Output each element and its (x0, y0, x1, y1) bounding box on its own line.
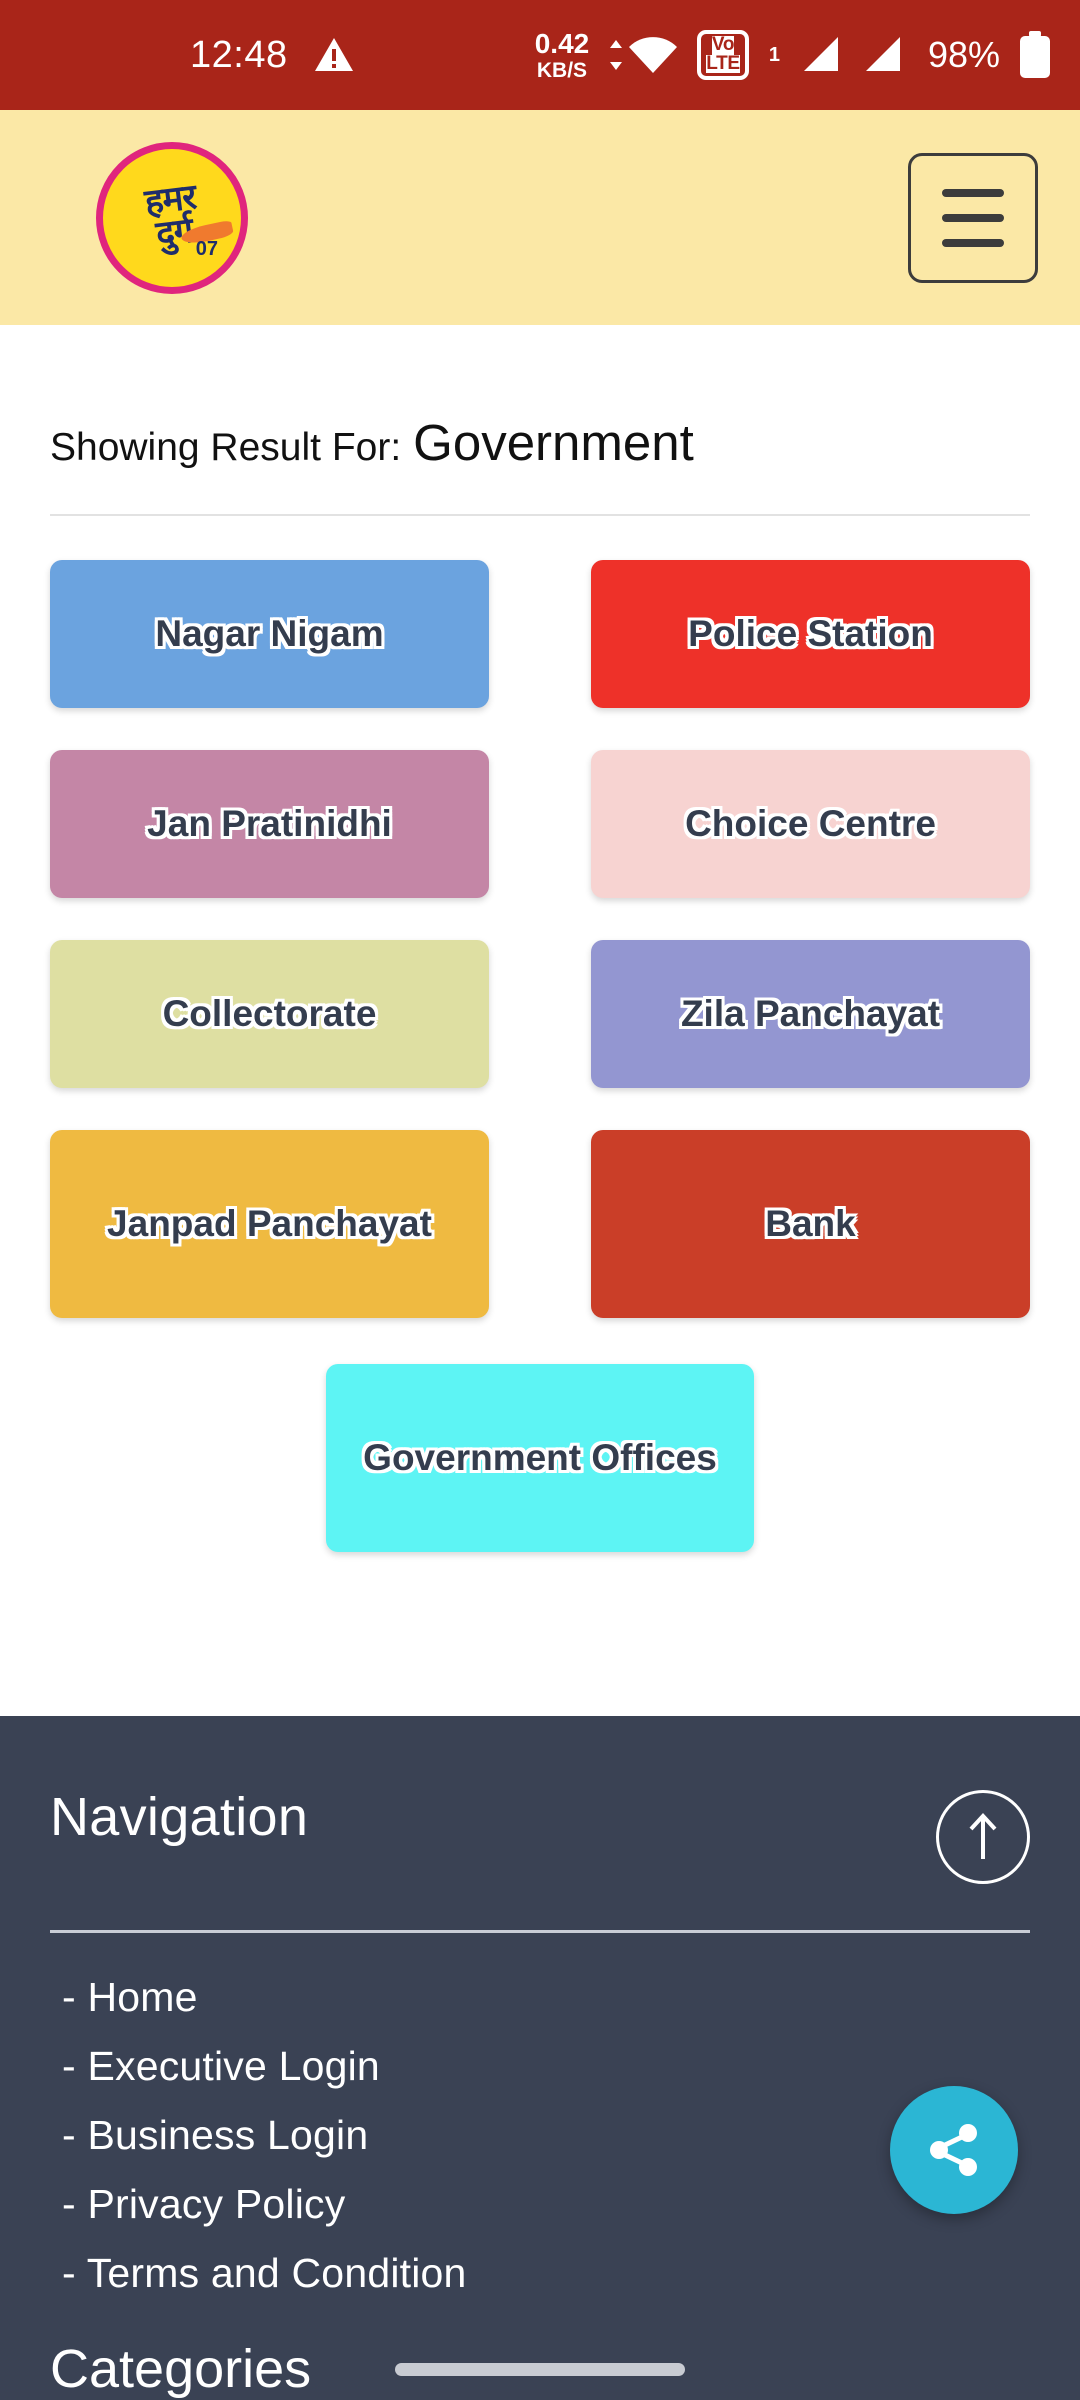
battery-full-icon (1020, 31, 1050, 78)
main-content: Showing Result For: Government Nagar Nig… (0, 325, 1080, 1552)
footer-nav-item[interactable]: - Executive Login (50, 2032, 1030, 2101)
status-bar: 12:48 0.42 KB/S Vo LTE 1 98% (0, 0, 1080, 110)
arrow-up-icon[interactable] (936, 1790, 1030, 1884)
volte-sim-number: 1 (768, 43, 780, 66)
footer-nav-item[interactable]: - Business Login (50, 2101, 1030, 2170)
category-tile-grid: Nagar Nigam Police Station Jan Pratinidhi C… (50, 516, 1030, 1318)
share-icon[interactable] (890, 2086, 1018, 2214)
app-root: 12:48 0.42 KB/S Vo LTE 1 98% हमर दुर्ग 0… (0, 0, 1080, 2400)
category-tile-nagar-nigam[interactable]: Nagar Nigam (50, 560, 489, 708)
category-tile-government-offices[interactable]: Government Offices (326, 1364, 754, 1552)
hamburger-menu-icon[interactable] (908, 152, 1038, 283)
volte-label-top: Vo (711, 34, 735, 56)
status-time: 12:48 (190, 33, 288, 76)
tile-label: Bank (765, 1202, 856, 1244)
tile-label: Nagar Nigam (155, 612, 384, 654)
warning-triangle-icon (314, 37, 354, 73)
tile-label: Janpad Panchayat (107, 1202, 432, 1244)
footer-title: Navigation (50, 1787, 309, 1847)
category-tile-bank[interactable]: Bank (591, 1130, 1030, 1318)
wifi-icon (607, 35, 679, 75)
category-tile-choice-centre[interactable]: Choice Centre (591, 750, 1030, 898)
result-label: Showing Result For: (50, 426, 402, 469)
showing-result-row: Showing Result For: Government (50, 325, 1030, 472)
hamar-durg-logo[interactable]: हमर दुर्ग 07 (96, 141, 248, 294)
status-bar-right: 0.42 KB/S Vo LTE 1 98% (534, 27, 1052, 82)
footer-nav-list: - Home - Executive Login - Business Login -… (50, 1963, 1030, 2308)
signal-bars-icon (865, 37, 900, 71)
volte-label-bottom: LTE (706, 52, 740, 74)
tile-label: Jan Pratinidhi (147, 802, 392, 844)
volte-indicator: Vo LTE (697, 30, 749, 80)
tile-label: Zila Panchayat (680, 992, 941, 1034)
footer-header-row: Navigation (50, 1786, 1030, 1884)
network-speed-indicator: 0.42 KB/S (534, 27, 590, 82)
logo-text: हमर दुर्ग (142, 177, 202, 255)
tile-label: Collectorate (162, 992, 377, 1034)
category-tile-police-station[interactable]: Police Station (591, 560, 1030, 708)
footer: Navigation - Home - Executive Login - Busi… (0, 1716, 1080, 2400)
category-tile-zila-panchayat[interactable]: Zila Panchayat (591, 940, 1030, 1088)
menu-line (942, 238, 1004, 247)
footer-nav-item[interactable]: - Privacy Policy (50, 2170, 1030, 2239)
signal-bars-icon (803, 37, 838, 71)
last-tile-row: Government Offices (50, 1318, 1030, 1552)
logo-badge-number: 07 (195, 237, 218, 260)
footer-nav-item[interactable]: - Home (50, 1963, 1030, 2032)
menu-line (942, 188, 1004, 197)
tile-label: Government Offices (363, 1436, 717, 1478)
category-tile-jan-pratinidhi[interactable]: Jan Pratinidhi (50, 750, 489, 898)
network-speed-value: 0.42 (534, 27, 590, 59)
category-tile-collectorate[interactable]: Collectorate (50, 940, 489, 1088)
menu-line (942, 213, 1004, 222)
result-value: Government (413, 414, 694, 471)
tile-label: Choice Centre (685, 802, 936, 844)
app-header: हमर दुर्ग 07 (0, 110, 1080, 325)
gesture-navigation-bar[interactable] (395, 2363, 685, 2376)
battery-percentage: 98% (927, 34, 1000, 75)
status-bar-left: 12:48 (0, 34, 535, 77)
tile-label: Police Station (688, 612, 933, 654)
footer-nav-item[interactable]: - Terms and Condition (50, 2239, 1030, 2308)
category-tile-janpad-panchayat[interactable]: Janpad Panchayat (50, 1130, 489, 1318)
footer-categories-title: Categories (50, 2339, 312, 2399)
footer-divider (50, 1930, 1030, 1933)
network-speed-unit: KB/S (536, 58, 588, 82)
